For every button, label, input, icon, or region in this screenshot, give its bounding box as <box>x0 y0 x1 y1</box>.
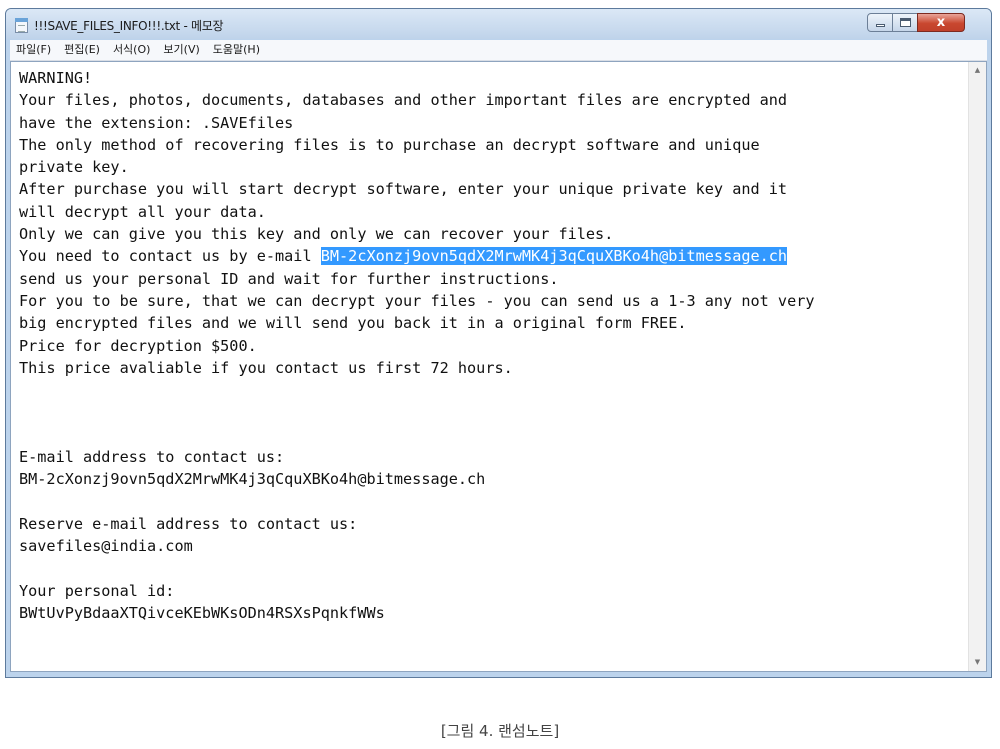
personal-id-label: Your personal id: <box>19 581 175 600</box>
text-line: Only we can give you this key and only w… <box>19 225 614 244</box>
scroll-down-icon[interactable]: ▼ <box>969 654 986 671</box>
minimize-icon <box>876 24 885 27</box>
menu-format[interactable]: 서식(O) <box>107 40 157 60</box>
text-line: send us your personal ID and wait for fu… <box>19 269 559 288</box>
close-button[interactable]: x <box>917 13 965 32</box>
text-line: WARNING! <box>19 69 93 87</box>
text-line: After purchase you will start decrypt so… <box>19 180 788 199</box>
vertical-scrollbar[interactable]: ▲ ▼ <box>968 62 986 671</box>
window-title: !!!SAVE_FILES_INFO!!!.txt - 메모장 <box>34 19 224 33</box>
reserve-email-label: Reserve e-mail address to contact us: <box>19 514 358 533</box>
menu-file[interactable]: 파일(F) <box>10 40 58 60</box>
menu-edit[interactable]: 편집(E) <box>58 40 107 60</box>
text-line: have the extension: .SAVEfiles <box>19 113 294 132</box>
text-line: private key. <box>19 158 129 177</box>
notepad-window: !!!SAVE_FILES_INFO!!!.txt - 메모장 x 파일(F) … <box>5 8 992 678</box>
text-line: big encrypted files and we will send you… <box>19 314 687 333</box>
figure-caption: [그림 4. 랜섬노트] <box>440 722 560 740</box>
personal-id-value: BWtUvPyBdaaXTQivceKEbWKsODn4RSXsPqnkfWWs <box>19 604 385 623</box>
text-line: You need to contact us by e-mail BM-2cXo… <box>19 245 964 267</box>
document-text[interactable]: WARNING! Your files, photos, documents, d… <box>19 67 964 624</box>
menu-help[interactable]: 도움말(H) <box>207 40 267 60</box>
reserve-email-value: savefiles@india.com <box>19 537 193 556</box>
menu-bar: 파일(F) 편집(E) 서식(O) 보기(V) 도움말(H) <box>10 40 987 61</box>
text-line: Your files, photos, documents, databases… <box>19 91 788 110</box>
text-line: will decrypt all your data. <box>19 202 266 221</box>
maximize-button[interactable] <box>892 13 918 32</box>
selected-email[interactable]: BM-2cXonzj9ovn5qdX2MrwMK4j3qCquXBKo4h@bi… <box>320 247 788 266</box>
text-line: Price for decryption $500. <box>19 336 257 355</box>
close-icon: x <box>936 15 946 30</box>
title-bar[interactable]: !!!SAVE_FILES_INFO!!!.txt - 메모장 x <box>6 9 991 39</box>
scroll-up-icon[interactable]: ▲ <box>969 62 986 79</box>
text-line: This price avaliable if you contact us f… <box>19 358 513 377</box>
text-editor[interactable]: WARNING! Your files, photos, documents, d… <box>10 61 987 672</box>
menu-view[interactable]: 보기(V) <box>157 40 206 60</box>
minimize-button[interactable] <box>867 13 893 32</box>
notepad-icon <box>15 18 28 33</box>
text-line: For you to be sure, that we can decrypt … <box>19 291 815 310</box>
email-label: E-mail address to contact us: <box>19 448 285 467</box>
text-line: The only method of recovering files is t… <box>19 135 760 154</box>
maximize-icon <box>900 18 911 27</box>
contact-prefix: You need to contact us by e-mail <box>19 247 321 266</box>
email-value: BM-2cXonzj9ovn5qdX2MrwMK4j3qCquXBKo4h@bi… <box>19 470 486 489</box>
